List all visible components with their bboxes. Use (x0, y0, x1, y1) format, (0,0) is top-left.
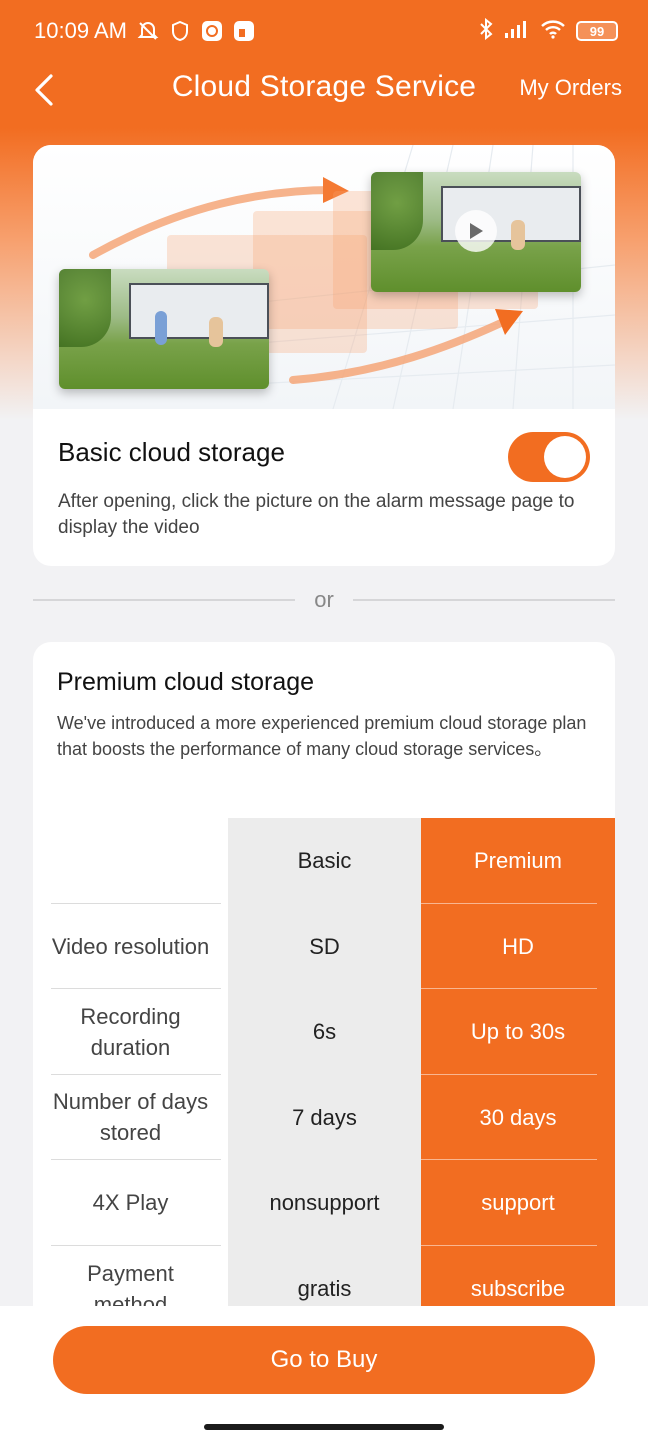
basic-storage-title: Basic cloud storage (58, 437, 285, 467)
location-icon (201, 20, 223, 42)
basic-value: nonsupport (228, 1160, 421, 1246)
mute-icon (137, 20, 159, 42)
basic-value: 6s (228, 989, 421, 1075)
video-thumbnail (371, 172, 581, 292)
premium-storage-title: Premium cloud storage (57, 668, 315, 696)
premium-value: HD (421, 903, 615, 989)
basic-value: SD (228, 903, 421, 989)
bluetooth-icon (478, 17, 494, 45)
table-row: Recording duration 6s Up to 30s (33, 989, 615, 1075)
status-time: 10:09 AM (34, 18, 127, 43)
header-label-cell (33, 818, 228, 904)
or-divider: or (33, 585, 615, 615)
home-indicator[interactable] (204, 1424, 444, 1430)
table-row: Video resolution SD HD (33, 903, 615, 989)
premium-value: support (421, 1160, 615, 1246)
app-icon (233, 20, 255, 42)
premium-value: Up to 30s (421, 989, 615, 1075)
comparison-table: Basic Premium Video resolution SD HD Rec… (33, 818, 615, 1331)
basic-storage-toggle[interactable] (508, 432, 590, 482)
table-row: 4X Play nonsupport support (33, 1160, 615, 1246)
header-premium-cell: Premium (421, 818, 615, 904)
basic-storage-card: Basic cloud storage After opening, click… (33, 145, 615, 566)
wifi-icon (540, 19, 566, 44)
hero-illustration (33, 145, 615, 409)
premium-storage-description: We've introduced a more experienced prem… (57, 713, 587, 759)
table-header-row: Basic Premium (33, 818, 615, 904)
my-orders-link[interactable]: My Orders (519, 75, 622, 101)
signal-icon (504, 19, 530, 44)
premium-storage-card: Premium cloud storage We've introduced a… (33, 642, 615, 1402)
status-bar: 10:09 AM 99 (0, 0, 648, 62)
row-label: Number of days stored (33, 1074, 228, 1160)
shield-icon (169, 20, 191, 42)
toggle-knob (544, 436, 586, 478)
basic-storage-description: After opening, click the picture on the … (58, 491, 575, 538)
row-label: 4X Play (33, 1160, 228, 1246)
go-to-buy-button[interactable]: Go to Buy (53, 1326, 595, 1394)
row-label: Recording duration (33, 989, 228, 1075)
row-label: Video resolution (33, 903, 228, 989)
table-row: Number of days stored 7 days 30 days (33, 1074, 615, 1160)
play-icon (455, 210, 497, 252)
bottom-action-bar: Go to Buy (0, 1306, 648, 1440)
premium-value: 30 days (421, 1074, 615, 1160)
snapshot-image (59, 269, 269, 389)
header-basic-cell: Basic (228, 818, 421, 904)
basic-value: 7 days (228, 1074, 421, 1160)
app-header: Cloud Storage Service My Orders (0, 62, 648, 118)
battery-icon: 99 (576, 21, 618, 41)
